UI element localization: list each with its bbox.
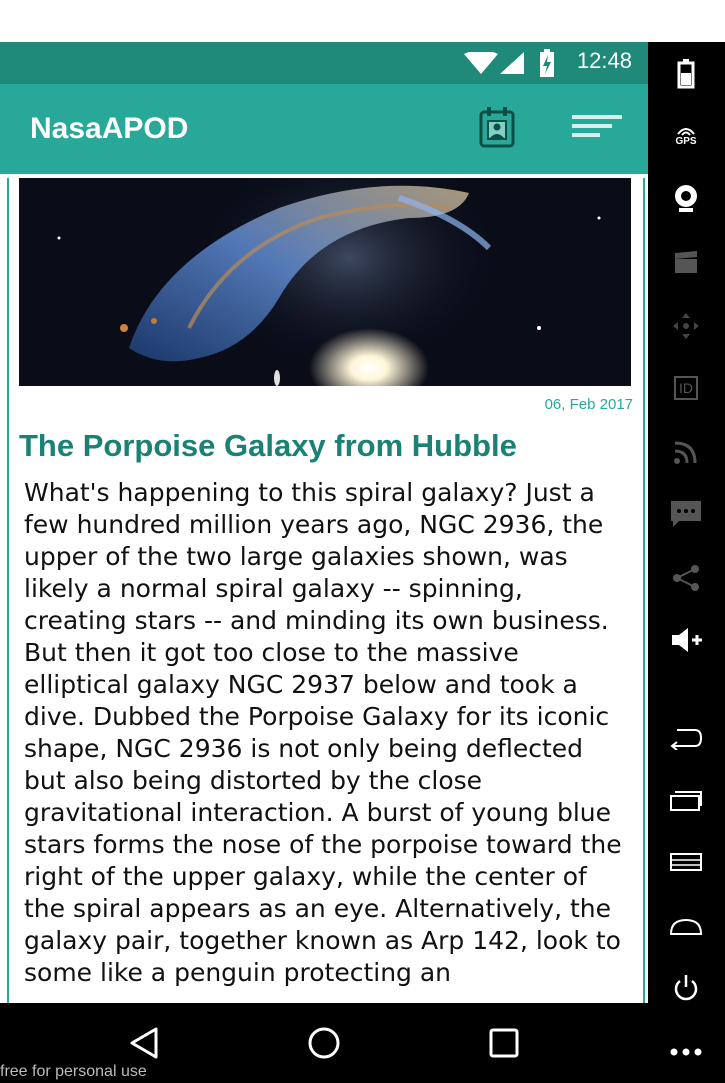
message-icon[interactable]	[666, 494, 706, 534]
device-screen: 12:48 NasaAPOD 06, Feb 2017 The Porpoise…	[0, 42, 648, 1083]
share-icon[interactable]	[666, 558, 706, 598]
apod-scroll-view[interactable]: 06, Feb 2017 The Porpoise Galaxy from Hu…	[0, 174, 648, 1003]
watermark: free for personal use	[0, 1063, 147, 1080]
home-icon[interactable]	[300, 1019, 348, 1067]
apod-date: 06, Feb 2017	[544, 396, 633, 413]
back-icon[interactable]	[120, 1019, 168, 1067]
battery-charging-icon	[540, 49, 554, 77]
apod-card: 06, Feb 2017 The Porpoise Galaxy from Hu…	[7, 178, 645, 1003]
apod-explanation: What's happening to this spiral galaxy? …	[24, 478, 622, 987]
camera-icon[interactable]	[666, 178, 706, 218]
recents-icon[interactable]	[480, 1019, 528, 1067]
apod-title: The Porpoise Galaxy from Hubble	[19, 428, 517, 463]
battery-icon[interactable]	[666, 54, 706, 94]
clock: 12:48	[576, 48, 632, 73]
signal-icon	[500, 52, 524, 74]
app-title: NasaAPOD	[30, 112, 189, 145]
gps-icon[interactable]: GPS	[666, 116, 706, 156]
status-bar: 12:48	[0, 42, 648, 84]
emulator-recents-icon[interactable]	[666, 780, 706, 820]
dpad-icon[interactable]	[666, 306, 706, 346]
calendar-icon[interactable]	[478, 106, 516, 150]
volume-up-icon[interactable]	[666, 620, 706, 660]
rss-icon[interactable]	[666, 432, 706, 472]
more-icon[interactable]	[666, 1032, 706, 1072]
emulator-home-icon[interactable]	[666, 906, 706, 946]
id-icon[interactable]: ID	[666, 368, 706, 408]
gps-label: GPS	[675, 135, 697, 147]
sort-menu-icon[interactable]	[572, 114, 622, 144]
emulator-sidebar: GPS ID	[648, 42, 725, 1083]
emulator-back-icon[interactable]	[666, 718, 706, 758]
emulator-menu-icon[interactable]	[666, 842, 706, 882]
wifi-icon	[464, 52, 498, 74]
clapper-icon[interactable]	[666, 242, 706, 282]
app-bar: NasaAPOD	[0, 84, 648, 174]
apod-image[interactable]	[19, 178, 631, 386]
power-icon[interactable]	[666, 968, 706, 1008]
